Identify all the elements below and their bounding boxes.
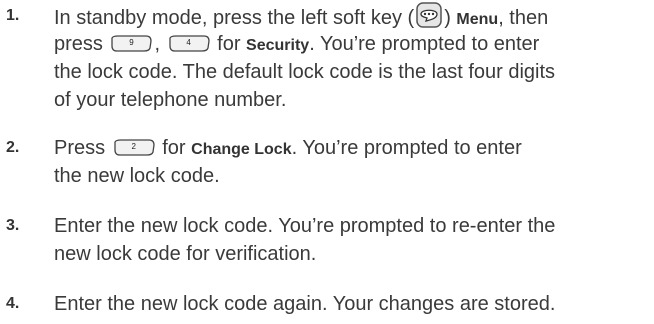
key-label: 4 (186, 38, 191, 47)
step-line: Enter the new lock code again. Your chan… (54, 293, 556, 315)
text-run: Press (54, 137, 111, 159)
text-run: for (156, 137, 192, 159)
step-line: press 9, 4 for Security. You’re prompted… (54, 30, 650, 58)
text-run: . You’re prompted to enter (291, 137, 522, 159)
key-label: 2 (131, 142, 136, 151)
step-line: Enter the new lock code. You’re prompted… (54, 215, 556, 237)
step-line: Press 2 for Change Lock. You’re prompted… (54, 134, 650, 162)
instruction-list: 1. In standby mode, press the left soft … (0, 0, 654, 324)
step-text: Enter the new lock code again. Your chan… (54, 290, 650, 318)
text-run: for (211, 33, 247, 55)
step-number: 2. (6, 139, 20, 156)
step-number: 3. (6, 217, 20, 234)
security-label: Security (246, 37, 310, 54)
text-run: , then (498, 7, 549, 29)
step-line: the lock code. The default lock code is … (54, 61, 556, 83)
step-number: 1. (6, 7, 20, 24)
step-text: Enter the new lock code. You’re prompted… (54, 212, 650, 268)
key-9-icon: 9 (110, 35, 153, 52)
step-line: of your telephone number. (54, 89, 287, 111)
text-run: ) (444, 7, 457, 29)
key-2-icon: 2 (113, 139, 155, 156)
text-run: In standby mode, press the left soft key… (54, 7, 415, 29)
key-4-icon: 4 (168, 35, 210, 52)
change-lock-label: Change Lock (191, 141, 292, 158)
step-text: Press 2 for Change Lock. You’re prompted… (54, 134, 650, 190)
menu-label: Menu (456, 11, 499, 28)
text-run: press (54, 33, 109, 55)
step-line: In standby mode, press the left soft key… (54, 2, 650, 30)
left-soft-key-icon (416, 2, 442, 28)
step-text: In standby mode, press the left soft key… (54, 2, 650, 114)
key-label: 9 (129, 38, 134, 47)
text-run: . You’re prompted to enter (309, 33, 540, 55)
step-line: the new lock code. (54, 165, 220, 187)
step-line: new lock code for verification. (54, 243, 317, 265)
step-number: 4. (6, 295, 20, 312)
text-run: , (154, 33, 166, 55)
